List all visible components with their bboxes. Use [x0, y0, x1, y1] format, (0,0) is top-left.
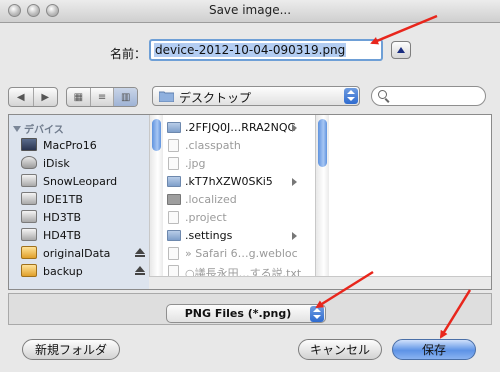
back-button[interactable]: ◀: [9, 88, 34, 106]
file-name: » Safari 6…g.webloc: [185, 247, 298, 260]
search-field[interactable]: [371, 86, 486, 106]
disclosure-arrow-icon: [292, 124, 297, 132]
hard-drive-icon: [21, 192, 37, 205]
sidebar-item-idisk[interactable]: iDisk: [21, 155, 149, 173]
list-view-button[interactable]: ≡: [91, 88, 115, 106]
new-folder-button[interactable]: 新規フォルダ: [22, 339, 120, 360]
file-icon: [167, 194, 181, 205]
sidebar-item-ide1tb[interactable]: IDE1TB: [21, 191, 149, 209]
popup-stepper-icon: [310, 306, 324, 322]
disclosure-triangle-icon: [13, 126, 21, 132]
external-drive-icon: [21, 264, 37, 277]
back-arrow-icon: ◀: [16, 91, 25, 103]
external-drive-icon: [21, 246, 37, 259]
sidebar-item-label: HD3TB: [43, 211, 82, 224]
disclosure-arrow-icon: [292, 232, 297, 240]
file-list-item[interactable]: .kT7hXZW0SKi5: [163, 173, 303, 191]
file-column-scrollbar[interactable]: [315, 115, 329, 276]
sidebar-item-label: originalData: [43, 247, 111, 260]
file-name: .project: [185, 211, 227, 224]
sidebar-item-snowleopard[interactable]: SnowLeopard: [21, 173, 149, 191]
sidebar-header-label: デバイス: [24, 125, 64, 136]
sidebar-scroll-thumb[interactable]: [152, 119, 161, 151]
hard-drive-icon: [21, 210, 37, 223]
file-name: .settings: [185, 229, 233, 242]
forward-arrow-icon: ▶: [41, 91, 50, 103]
window-title: Save image...: [208, 3, 292, 17]
title-bar: Save image...: [0, 0, 500, 23]
collapse-dialog-button[interactable]: [391, 41, 411, 59]
file-icon: [168, 247, 179, 260]
file-icon: [168, 157, 179, 170]
folder-icon: [167, 230, 181, 241]
hard-drive-icon: [21, 174, 37, 187]
computer-icon: [21, 138, 37, 151]
folder-icon: [167, 176, 181, 187]
save-button[interactable]: 保存: [392, 339, 476, 360]
filename-input[interactable]: device-2012-10-04-090319.png: [149, 39, 383, 61]
idisk-icon: [21, 156, 37, 169]
sidebar-item-hd4tb[interactable]: HD4TB: [21, 227, 149, 245]
sidebar-item-label: IDE1TB: [43, 193, 83, 206]
chevron-up-icon: [397, 47, 405, 53]
sidebar-item-macpro16[interactable]: MacPro16: [21, 137, 149, 155]
sidebar-section-devices[interactable]: デバイス: [13, 121, 64, 136]
sidebar: デバイス MacPro16 iDisk SnowLeopard IDE1TB H…: [9, 115, 149, 289]
sidebar-item-originaldata[interactable]: originalData: [21, 245, 149, 263]
file-name: .localized: [185, 193, 237, 206]
list-icon: ≡: [97, 91, 107, 103]
file-name: .jpg: [185, 157, 206, 170]
sidebar-item-label: iDisk: [43, 157, 70, 170]
file-list-item[interactable]: » Safari 6…g.webloc: [163, 245, 303, 263]
disclosure-arrow-icon: [292, 178, 297, 186]
horizontal-scrollbar[interactable]: [149, 276, 491, 289]
file-icon: [168, 211, 179, 224]
columns-icon: ▥: [120, 91, 131, 103]
sidebar-item-hd3tb[interactable]: HD3TB: [21, 209, 149, 227]
cancel-button[interactable]: キャンセル: [298, 339, 382, 360]
file-name: .kT7hXZW0SKi5: [185, 175, 273, 188]
file-list-item[interactable]: .settings: [163, 227, 303, 245]
sidebar-scrollbar[interactable]: [149, 115, 163, 289]
file-list-item[interactable]: .classpath: [163, 137, 303, 155]
file-column-scroll-thumb[interactable]: [318, 119, 327, 167]
forward-button[interactable]: ▶: [34, 88, 58, 106]
eject-icon[interactable]: [135, 248, 145, 258]
file-list-item[interactable]: .2FFJQ0J…RRA2NQG: [163, 119, 303, 137]
eject-icon[interactable]: [135, 266, 145, 276]
back-forward-control: ◀ ▶: [8, 87, 58, 107]
icon-view-button[interactable]: ▦: [67, 88, 91, 106]
format-popup[interactable]: PNG Files (*.png): [166, 304, 326, 323]
file-column: .2FFJQ0J…RRA2NQG .classpath .jpg .kT7hXZW0S…: [163, 115, 315, 289]
view-mode-control: ▦ ≡ ▥: [66, 87, 138, 107]
sidebar-item-label: backup: [43, 265, 83, 278]
file-name: .classpath: [185, 139, 241, 152]
sidebar-item-label: SnowLeopard: [43, 175, 118, 188]
file-icon: [168, 139, 179, 152]
folder-icon: [167, 122, 181, 133]
file-browser: デバイス MacPro16 iDisk SnowLeopard IDE1TB H…: [8, 114, 492, 290]
file-list-item[interactable]: .project: [163, 209, 303, 227]
file-list-item[interactable]: .localized: [163, 191, 303, 209]
file-list-item[interactable]: .jpg: [163, 155, 303, 173]
popup-stepper-icon: [344, 88, 358, 104]
save-dialog: Save image... 名前： device-2012-10-04-0903…: [0, 0, 500, 372]
hard-drive-icon: [21, 228, 37, 241]
filename-value: device-2012-10-04-090319.png: [154, 43, 347, 57]
sidebar-item-label: HD4TB: [43, 229, 82, 242]
save-as-label: 名前：: [110, 47, 147, 61]
icon-grid-icon: ▦: [73, 91, 84, 103]
folder-icon: [159, 91, 174, 102]
location-popup[interactable]: デスクトップ: [152, 86, 360, 106]
column-view-button[interactable]: ▥: [114, 88, 137, 106]
file-name: .2FFJQ0J…RRA2NQG: [185, 121, 297, 134]
sidebar-item-backup[interactable]: backup: [21, 263, 149, 281]
sidebar-item-label: MacPro16: [43, 139, 97, 152]
format-label: PNG Files (*.png): [184, 307, 292, 320]
search-icon: [378, 90, 387, 99]
location-label: デスクトップ: [179, 91, 252, 105]
